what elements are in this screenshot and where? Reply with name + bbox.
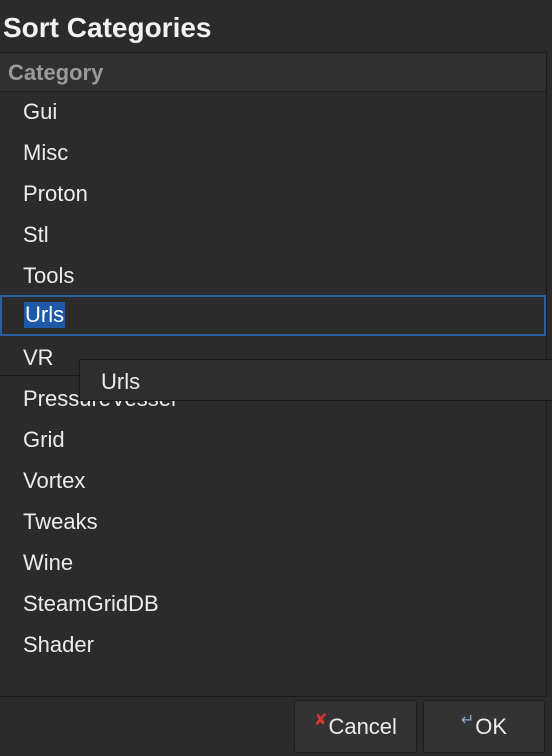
list-item-label: Misc	[23, 140, 69, 165]
list-item-urls[interactable]: Urls	[0, 295, 546, 336]
list-item-vortex[interactable]: Vortex	[0, 461, 546, 502]
list-item-gui[interactable]: Gui	[0, 92, 546, 133]
list-item-stl[interactable]: Stl	[0, 215, 546, 256]
list-item-tweaks[interactable]: Tweaks	[0, 502, 546, 543]
list-item-proton[interactable]: Proton	[0, 174, 546, 215]
list-item-label: Grid	[23, 427, 65, 452]
list-item-label: VR	[23, 345, 54, 370]
list-item-label: Stl	[23, 222, 49, 247]
list-item-label: Tweaks	[23, 509, 98, 534]
list-item-tools[interactable]: Tools	[0, 256, 546, 297]
list-item-label: Tools	[23, 263, 75, 288]
x-icon: ✘	[314, 711, 328, 729]
enter-arrow-icon: ↵	[460, 711, 475, 729]
list-item-label: Gui	[23, 99, 58, 124]
list-item-label: Vortex	[23, 468, 86, 493]
ok-button[interactable]: ↵ OK	[423, 700, 545, 753]
list-item-wine[interactable]: Wine	[0, 543, 546, 584]
ok-button-label: OK	[475, 713, 508, 739]
column-header-label: Category	[8, 60, 104, 85]
list-item-label-selected: Urls	[24, 302, 66, 328]
drop-indicator-line	[0, 375, 80, 376]
column-header-category[interactable]: Category	[0, 53, 546, 92]
list-item-misc[interactable]: Misc	[0, 133, 546, 174]
list-item-label: Shader	[23, 632, 94, 657]
list-item-label: Proton	[23, 181, 88, 206]
dialog-title: Sort Categories	[3, 12, 212, 43]
cancel-button[interactable]: ✘ Cancel	[294, 700, 417, 753]
drag-preview: Urls	[79, 359, 552, 401]
drag-preview-label: Urls	[101, 369, 141, 394]
list-item-grid[interactable]: Grid	[0, 420, 546, 461]
sort-categories-dialog: Sort Categories Category Gui Misc Proton…	[0, 0, 552, 756]
cancel-button-label: Cancel	[328, 713, 397, 739]
list-item-label: Wine	[23, 550, 74, 575]
list-item-steamgriddb[interactable]: SteamGridDB	[0, 584, 546, 625]
list-item-shader[interactable]: Shader	[0, 625, 546, 666]
list-item-label: SteamGridDB	[23, 591, 159, 616]
